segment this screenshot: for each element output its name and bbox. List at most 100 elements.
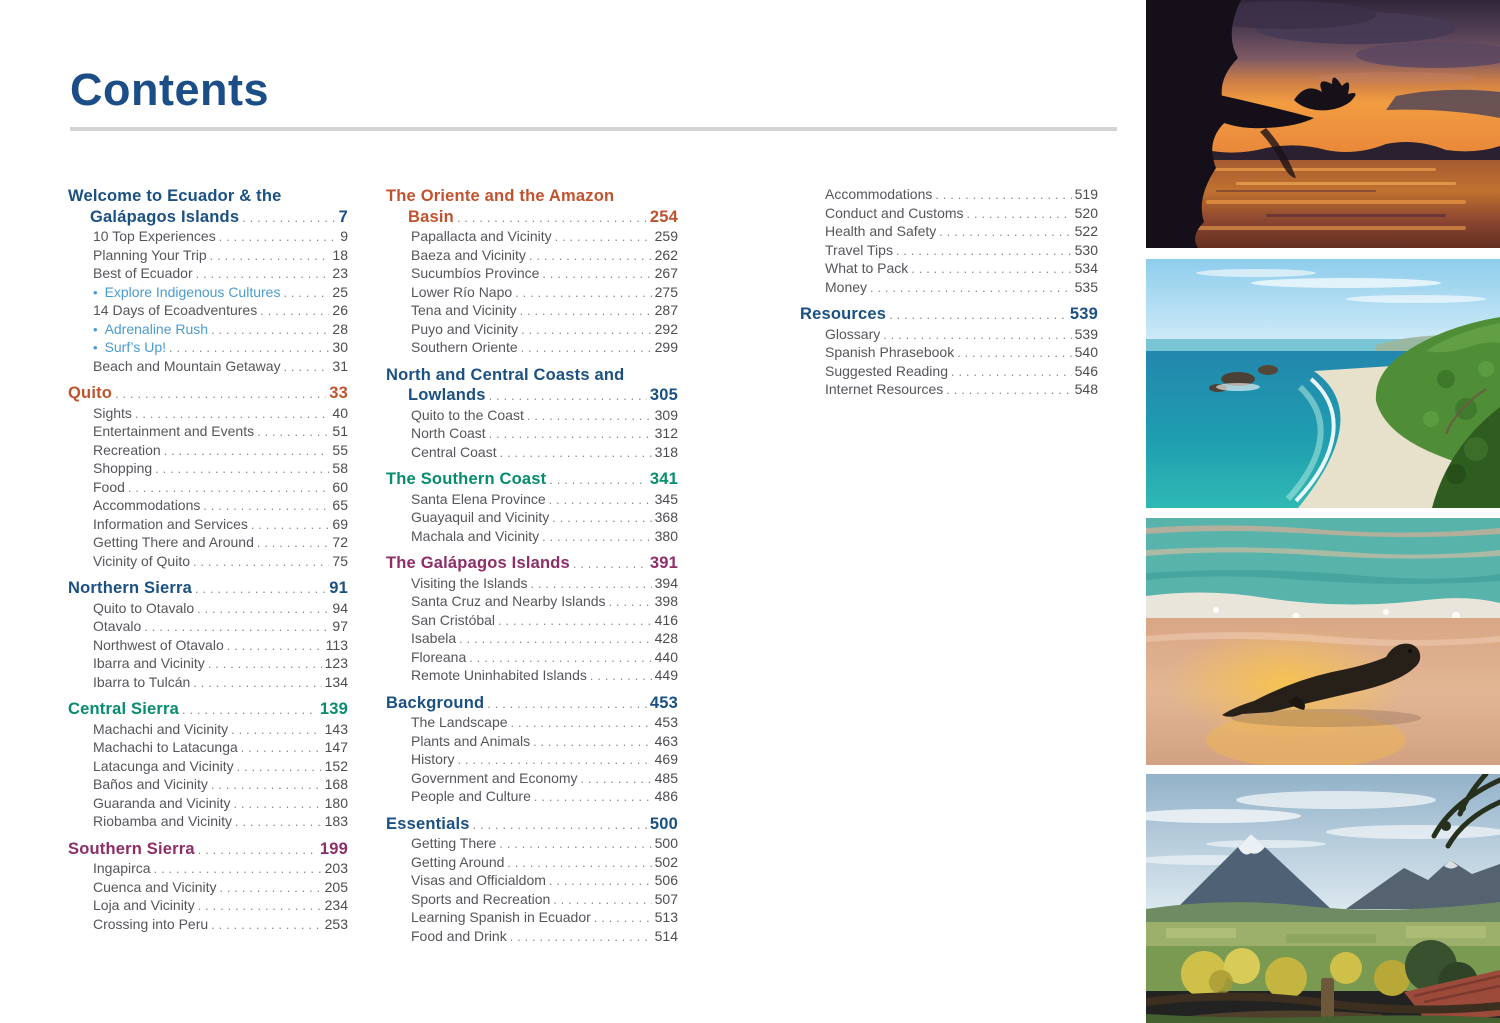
toc-heading-page: 341 bbox=[650, 469, 678, 490]
dot-leader bbox=[210, 248, 330, 266]
toc-section-heading-line1: Welcome to Ecuador & the bbox=[68, 186, 348, 207]
toc-entry-label: Accommodations bbox=[825, 186, 932, 204]
dot-leader bbox=[473, 815, 647, 836]
dot-leader bbox=[241, 740, 322, 758]
toc-entry-page: 69 bbox=[332, 516, 348, 534]
dot-leader bbox=[193, 675, 321, 693]
toc-entry-page: 469 bbox=[655, 751, 678, 769]
dot-leader bbox=[198, 840, 317, 861]
toc-entry: Riobamba and Vicinity183 bbox=[68, 813, 348, 832]
toc-entry-page: 253 bbox=[325, 916, 348, 934]
toc-entry-label: Machachi and Vicinity bbox=[93, 721, 228, 739]
toc-entry: Otavalo97 bbox=[68, 618, 348, 637]
toc-entry: History469 bbox=[386, 751, 678, 770]
toc-entry: Tena and Vicinity287 bbox=[386, 302, 678, 321]
toc-entry-label: Southern Oriente bbox=[411, 339, 518, 357]
toc-entry-label: Baeza and Vicinity bbox=[411, 247, 526, 265]
dot-leader bbox=[542, 529, 651, 547]
toc-entry-page: 55 bbox=[332, 442, 348, 460]
dot-leader bbox=[870, 280, 1072, 298]
dot-leader bbox=[487, 694, 647, 715]
dot-leader bbox=[967, 206, 1072, 224]
toc-heading-page: 7 bbox=[339, 207, 348, 228]
toc-entry-label: Quito to the Coast bbox=[411, 407, 524, 425]
dot-leader bbox=[169, 340, 329, 358]
dot-leader bbox=[208, 656, 322, 674]
dot-leader bbox=[164, 443, 330, 461]
toc-entry: Learning Spanish in Ecuador513 bbox=[386, 909, 678, 928]
toc-entry: Central Coast318 bbox=[386, 444, 678, 463]
toc-entry-label: Papallacta and Vicinity bbox=[411, 228, 552, 246]
dot-leader bbox=[211, 322, 329, 340]
dot-leader bbox=[552, 510, 651, 528]
dot-leader bbox=[499, 836, 651, 854]
toc-entry: Suggested Reading546 bbox=[800, 363, 1098, 382]
toc-section-heading: Resources539 bbox=[800, 304, 1098, 326]
toc-entry: San Cristóbal416 bbox=[386, 612, 678, 631]
toc-entry: Visas and Officialdom506 bbox=[386, 872, 678, 891]
toc-entry-label: Learning Spanish in Ecuador bbox=[411, 909, 591, 927]
toc-entry-page: 502 bbox=[655, 854, 678, 872]
toc-entry-page: 440 bbox=[655, 649, 678, 667]
toc-section-heading: Northern Sierra91 bbox=[68, 578, 348, 600]
toc-entry: Machala and Vicinity380 bbox=[386, 528, 678, 547]
toc-entry-label: Explore Indigenous Cultures bbox=[105, 284, 281, 302]
toc-entry-label: 10 Top Experiences bbox=[93, 228, 216, 246]
toc-section: The Galápagos Islands391Visiting the Isl… bbox=[386, 553, 678, 686]
toc-entry-page: 546 bbox=[1075, 363, 1098, 381]
toc-entry: Visiting the Islands394 bbox=[386, 575, 678, 594]
toc-entry-label: Getting There bbox=[411, 835, 496, 853]
toc-entry-page: 152 bbox=[325, 758, 348, 776]
toc-entry: Shopping58 bbox=[68, 460, 348, 479]
toc-entry-page: 180 bbox=[325, 795, 348, 813]
dot-leader bbox=[573, 554, 647, 575]
toc-column-middle: The Oriente and the AmazonBasin254Papall… bbox=[386, 186, 678, 946]
toc-section-heading: Central Sierra139 bbox=[68, 699, 348, 721]
toc-heading-label: Welcome to Ecuador & the bbox=[68, 187, 282, 205]
toc-entry-page: 463 bbox=[655, 733, 678, 751]
toc-entry-page: 368 bbox=[655, 509, 678, 527]
dot-leader bbox=[260, 303, 329, 321]
toc-entry-label: Getting Around bbox=[411, 854, 504, 872]
toc-entry-label: Machachi to Latacunga bbox=[93, 739, 238, 757]
dot-leader bbox=[520, 303, 652, 321]
dot-leader bbox=[231, 722, 321, 740]
toc-entry-label: Sights bbox=[93, 405, 132, 423]
toc-entry-page: 30 bbox=[332, 339, 348, 357]
toc-entry-label: Isabela bbox=[411, 630, 456, 648]
toc-entry-page: 26 bbox=[332, 302, 348, 320]
toc-entry-page: 416 bbox=[655, 612, 678, 630]
dot-leader bbox=[182, 700, 317, 721]
dot-leader bbox=[896, 243, 1072, 261]
toc-entry-label: Recreation bbox=[93, 442, 161, 460]
toc-section-heading: The Galápagos Islands391 bbox=[386, 553, 678, 575]
toc-entry-label: Northwest of Otavalo bbox=[93, 637, 224, 655]
bullet-icon: • bbox=[93, 284, 98, 302]
dot-leader bbox=[197, 601, 329, 619]
toc-heading-label: Northern Sierra bbox=[68, 578, 192, 599]
toc-entry: Accommodations519 bbox=[800, 186, 1098, 205]
toc-entry: People and Culture486 bbox=[386, 788, 678, 807]
toc-entry-label: Floreana bbox=[411, 649, 466, 667]
toc-entry: Quito to Otavalo94 bbox=[68, 600, 348, 619]
toc-entry-label: Getting There and Around bbox=[93, 534, 254, 552]
toc-entry: Spanish Phrasebook540 bbox=[800, 344, 1098, 363]
dot-leader bbox=[489, 426, 652, 444]
toc-section: Northern Sierra91Quito to Otavalo94Otava… bbox=[68, 578, 348, 692]
dot-leader bbox=[521, 322, 652, 340]
toc-heading-label: North and Central Coasts and bbox=[386, 366, 624, 384]
toc-entry-label: Ibarra and Vicinity bbox=[93, 655, 205, 673]
toc-entry: Lower Río Napo275 bbox=[386, 284, 678, 303]
toc-entry-page: 318 bbox=[655, 444, 678, 462]
toc-entry: Ibarra to Tulcán134 bbox=[68, 674, 348, 693]
toc-entry: Santa Elena Province345 bbox=[386, 491, 678, 510]
dot-leader bbox=[530, 576, 651, 594]
toc-entry-label: Ingapirca bbox=[93, 860, 151, 878]
toc-section: Background453The Landscape453Plants and … bbox=[386, 693, 678, 807]
toc-entry: Getting Around 502 bbox=[386, 854, 678, 873]
toc-heading-page: 500 bbox=[650, 814, 678, 835]
toc-entry: Beach and Mountain Getaway31 bbox=[68, 358, 348, 377]
toc-entry: Ibarra and Vicinity123 bbox=[68, 655, 348, 674]
toc-entry-page: 40 bbox=[332, 405, 348, 423]
dot-leader bbox=[889, 305, 1067, 326]
